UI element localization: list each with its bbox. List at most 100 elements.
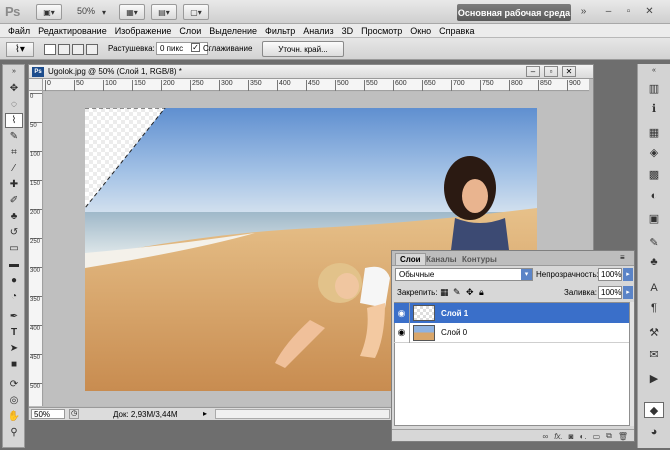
menu-3d[interactable]: 3D (338, 26, 358, 36)
3d-rotate-tool-icon[interactable]: ⟳ (5, 377, 23, 392)
toolbox-collapse-icon[interactable]: » (5, 67, 23, 75)
tool-presets-panel-icon[interactable]: ⚒ (644, 324, 664, 340)
blend-mode-chevron-icon[interactable]: ▾ (521, 269, 532, 280)
link-icon[interactable]: ∞ (543, 432, 549, 441)
folder-icon[interactable]: ▭ (593, 432, 601, 441)
pen-tool-icon[interactable]: ✒ (5, 309, 23, 324)
refine-edge-button[interactable]: Уточн. край... (262, 41, 344, 57)
gradient-tool-icon[interactable]: ▬ (5, 257, 23, 272)
minimize-icon[interactable]: – (600, 5, 617, 18)
eraser-tool-icon[interactable]: ▭ (5, 241, 23, 256)
path-selection-tool-icon[interactable]: ➤ (5, 341, 23, 356)
trash-icon[interactable]: 🗑︎ (618, 432, 628, 441)
menu-window[interactable]: Окно (406, 26, 435, 36)
menu-view[interactable]: Просмотр (357, 26, 406, 36)
fx-icon[interactable]: fx. (554, 432, 562, 441)
history-brush-tool-icon[interactable]: ↺ (5, 225, 23, 240)
layer-row-0[interactable]: ◉ Слой 0 (394, 322, 629, 343)
mask-icon[interactable]: ◙ (569, 432, 574, 441)
horizontal-scrollbar[interactable] (215, 409, 390, 419)
feather-input[interactable]: 0 пикс (156, 42, 208, 55)
opacity-slider-icon[interactable]: ▸ (623, 268, 633, 281)
close-icon[interactable]: ✕ (641, 5, 658, 18)
bridge-button[interactable]: ▣▾ (36, 4, 62, 20)
eyedropper-tool-icon[interactable]: ⁄ (5, 161, 23, 176)
channels-panel-icon[interactable]: ◕ (644, 424, 664, 440)
masks-panel-icon[interactable]: ▣ (644, 210, 664, 226)
opacity-input[interactable]: 100% (598, 268, 622, 281)
new-selection-icon[interactable] (44, 44, 56, 55)
doc-close-icon[interactable]: ✕ (562, 66, 576, 77)
fill-slider-icon[interactable]: ▸ (623, 286, 633, 299)
tab-layers[interactable]: Слои (395, 253, 426, 265)
workspace-menu-icon[interactable]: » (575, 5, 592, 18)
move-tool-icon[interactable]: ✥ (5, 81, 23, 96)
crop-tool-icon[interactable]: ⌗ (5, 145, 23, 160)
blend-mode-select[interactable]: Обычные (395, 268, 533, 281)
antialias-checkbox[interactable]: ✓ (191, 43, 200, 52)
zoom-chevron-icon[interactable]: ▾ (99, 4, 109, 20)
character-panel-icon[interactable]: A (644, 280, 664, 296)
zoom-options-icon[interactable]: ◷ (69, 409, 79, 419)
histogram-panel-icon[interactable]: ▥ (644, 80, 664, 96)
blur-tool-icon[interactable]: ● (5, 273, 23, 288)
add-selection-icon[interactable] (58, 44, 70, 55)
ruler-origin[interactable] (29, 79, 43, 91)
menu-filter[interactable]: Фильтр (261, 26, 299, 36)
screen-mode-button[interactable]: ▢▾ (183, 4, 209, 20)
type-tool-icon[interactable]: T (5, 325, 23, 340)
menu-file[interactable]: Файл (4, 26, 34, 36)
healing-brush-tool-icon[interactable]: ✚ (5, 177, 23, 192)
info-panel-icon[interactable]: ℹ (644, 100, 664, 116)
restore-icon[interactable]: ▫ (620, 5, 637, 18)
intersect-selection-icon[interactable] (86, 44, 98, 55)
doc-minimize-icon[interactable]: – (526, 66, 540, 77)
menu-layer[interactable]: Слои (175, 26, 205, 36)
shape-tool-icon[interactable]: ■ (5, 357, 23, 372)
marquee-tool-icon[interactable]: ◌ (5, 97, 23, 112)
subtract-selection-icon[interactable] (72, 44, 84, 55)
visibility-eye-icon[interactable]: ◉ (394, 303, 410, 323)
notes-panel-icon[interactable]: ✉ (644, 346, 664, 362)
tool-preset-picker[interactable]: ⌇▾ (6, 42, 34, 57)
menu-analysis[interactable]: Анализ (299, 26, 337, 36)
menu-select[interactable]: Выделение (205, 26, 261, 36)
layers-scrollbar[interactable] (630, 302, 634, 426)
visibility-eye-icon[interactable]: ◉ (394, 322, 410, 343)
menu-help[interactable]: Справка (435, 26, 478, 36)
hand-tool-icon[interactable]: ✋ (5, 409, 23, 424)
zoom-level-dropdown[interactable]: 50% (77, 6, 95, 16)
clone-source-panel-icon[interactable]: ♣ (644, 254, 664, 270)
actions-panel-icon[interactable]: ▶ (644, 370, 664, 386)
status-menu-icon[interactable]: ▸ (203, 409, 207, 418)
menu-image[interactable]: Изображение (111, 26, 176, 36)
lock-position-icon[interactable]: ✥ (466, 287, 474, 298)
layer-row-1[interactable]: ◉ Слой 1 (394, 303, 629, 323)
color-panel-icon[interactable]: ◈ (644, 144, 664, 160)
workspace-switcher[interactable]: Основная рабочая среда (457, 4, 571, 21)
fill-input[interactable]: 100% (598, 286, 622, 299)
brush-tool-icon[interactable]: ✐ (5, 193, 23, 208)
swatches-panel-icon[interactable]: ▦ (644, 124, 664, 140)
lasso-tool-icon[interactable]: ⌇ (5, 113, 23, 128)
dock-collapse-icon[interactable]: « (644, 66, 664, 74)
lock-transparency-icon[interactable]: ▦ (440, 287, 449, 298)
lock-pixels-icon[interactable]: ✎ (453, 287, 461, 298)
lock-all-icon[interactable]: 🔒︎ (479, 287, 484, 298)
tab-channels[interactable]: Каналы (422, 253, 461, 265)
zoom-tool-icon[interactable]: ⚲ (5, 425, 23, 440)
document-title-bar[interactable]: Ps Ugolok.jpg @ 50% (Слой 1, RGB/8) * – … (29, 65, 593, 79)
zoom-field[interactable]: 50% (31, 409, 65, 419)
menu-edit[interactable]: Редактирование (34, 26, 111, 36)
brush-panel-icon[interactable]: ✎ (644, 234, 664, 250)
dodge-tool-icon[interactable]: ◔ (5, 289, 23, 304)
adjustments-panel-icon[interactable]: ◐ (644, 188, 664, 204)
clone-stamp-tool-icon[interactable]: ♣ (5, 209, 23, 224)
3d-orbit-tool-icon[interactable]: ◎ (5, 393, 23, 408)
arrange-documents-button[interactable]: ▤▾ (151, 4, 177, 20)
panel-menu-icon[interactable]: ≡ (620, 253, 625, 262)
new-layer-icon[interactable]: ⧉ (606, 431, 612, 441)
quick-selection-tool-icon[interactable]: ✎ (5, 129, 23, 144)
paragraph-panel-icon[interactable]: ¶ (644, 300, 664, 316)
layer-name[interactable]: Слой 0 (441, 328, 467, 337)
